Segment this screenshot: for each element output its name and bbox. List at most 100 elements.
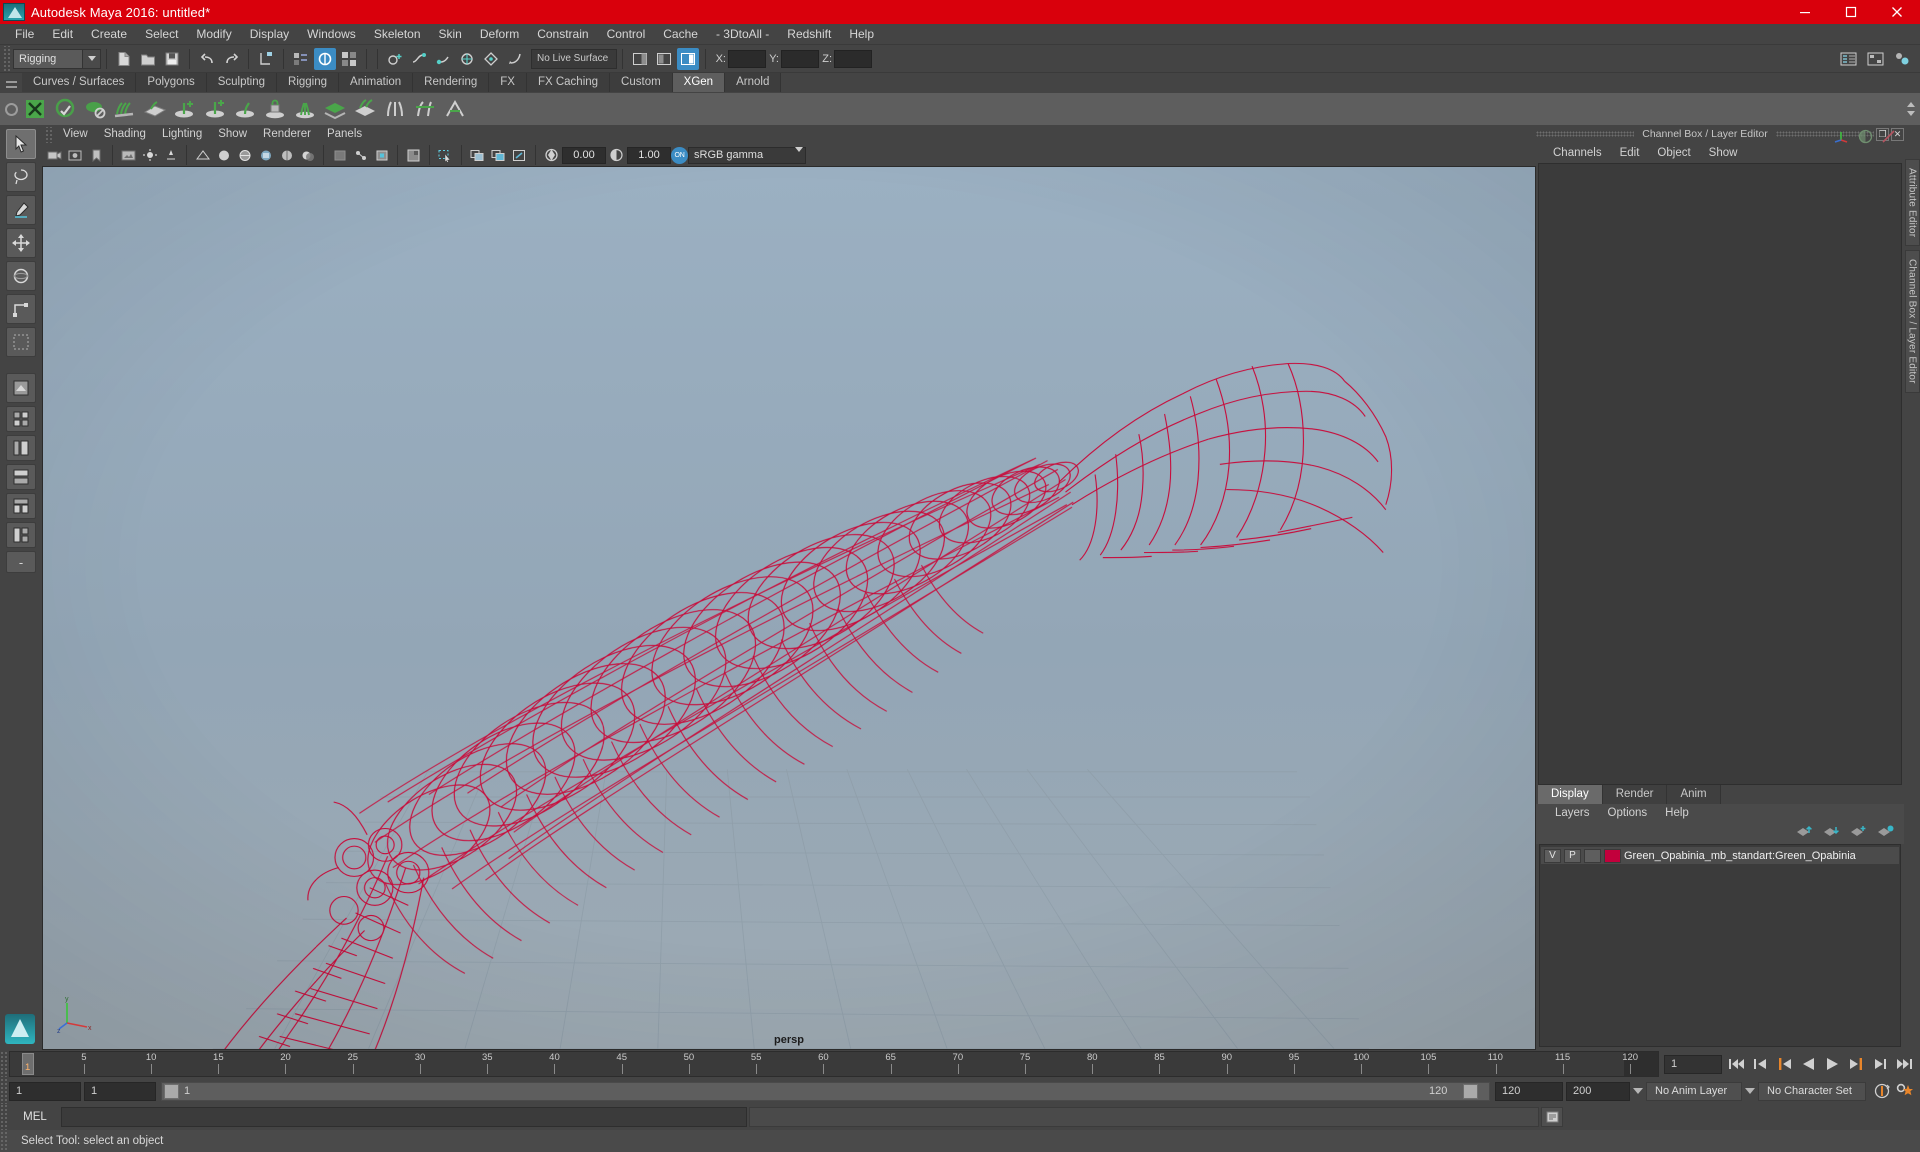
new-layer-from-selected-button[interactable] — [1877, 824, 1894, 843]
speed-toggle-icon[interactable] — [1858, 129, 1873, 149]
menu-set-selector[interactable]: Rigging — [13, 48, 101, 69]
maximize-button[interactable] — [1828, 0, 1874, 24]
layer-menu-options[interactable]: Options — [1599, 804, 1657, 822]
channel-box-content-area[interactable] — [1538, 163, 1902, 785]
step-forward-key-button[interactable] — [1847, 1055, 1866, 1074]
play-backwards-button[interactable] — [1799, 1055, 1818, 1074]
auto-keyframe-toggle-icon[interactable] — [1872, 1082, 1891, 1101]
xgen-collection-icon[interactable] — [50, 94, 80, 124]
layer-type-toggle[interactable] — [1584, 848, 1601, 863]
manipulator-axis-icon[interactable] — [1833, 129, 1850, 149]
rotate-tool-button[interactable] — [6, 261, 36, 291]
layer-menu-help[interactable]: Help — [1656, 804, 1698, 822]
anim-layer-chevron-icon[interactable] — [1742, 1082, 1758, 1101]
snap-to-curve-icon[interactable] — [408, 48, 430, 70]
time-slider-current-frame-cursor[interactable]: 1 — [22, 1053, 34, 1075]
character-set-selector[interactable]: No Character Set — [1758, 1081, 1866, 1101]
play-forwards-button[interactable] — [1823, 1055, 1842, 1074]
camera-attributes-icon[interactable] — [66, 146, 85, 165]
menu-control[interactable]: Control — [598, 24, 655, 45]
xgen-length-brush-icon[interactable] — [230, 94, 260, 124]
shelf-tab-fx-caching[interactable]: FX Caching — [526, 73, 611, 92]
layout-four-view-button[interactable] — [6, 406, 36, 432]
gamma-icon[interactable] — [607, 146, 626, 165]
shelf-tab-rendering[interactable]: Rendering — [413, 73, 490, 92]
playback-options-chevron-icon[interactable] — [1630, 1082, 1646, 1101]
move-layer-up-button[interactable] — [1796, 824, 1813, 843]
anim-layer-selector[interactable]: No Anim Layer — [1646, 1081, 1742, 1101]
go-to-start-button[interactable] — [1727, 1055, 1746, 1074]
viewport-menu-renderer[interactable]: Renderer — [255, 125, 319, 144]
channelbox-menu-object[interactable]: Object — [1648, 143, 1699, 163]
range-slider-grip[interactable] — [0, 1078, 9, 1104]
hardware-texturing-icon[interactable] — [256, 146, 275, 165]
layer-visibility-toggle[interactable]: V — [1544, 848, 1561, 863]
viewport-menu-show[interactable]: Show — [210, 125, 255, 144]
smooth-shading-icon[interactable] — [214, 146, 233, 165]
xgen-description-icon[interactable] — [20, 94, 50, 124]
shelf-tab-xgen[interactable]: XGen — [672, 73, 726, 92]
viewport-menu-lighting[interactable]: Lighting — [154, 125, 210, 144]
layer-menu-layers[interactable]: Layers — [1546, 804, 1599, 822]
select-tool-button[interactable] — [6, 129, 36, 159]
anim-start-field[interactable]: 1 — [84, 1081, 156, 1101]
snap-to-projected-center-icon[interactable] — [456, 48, 478, 70]
select-by-object-type-icon[interactable] — [314, 47, 336, 70]
select-by-hierarchy-root-icon[interactable] — [290, 48, 312, 70]
channelbox-menu-edit[interactable]: Edit — [1611, 143, 1649, 163]
snap-to-view-plane-icon[interactable] — [480, 48, 502, 70]
show-hide-attribute-editor-icon[interactable] — [677, 47, 699, 70]
lasso-select-tool-button[interactable] — [6, 162, 36, 192]
menu-create[interactable]: Create — [82, 24, 136, 45]
channelbox-menu-channels[interactable]: Channels — [1544, 143, 1611, 163]
layout-single-perspective-button[interactable] — [6, 373, 36, 403]
menu-redshift[interactable]: Redshift — [778, 24, 840, 45]
xgen-noise-icon[interactable] — [350, 94, 380, 124]
step-forward-frame-button[interactable] — [1871, 1055, 1890, 1074]
range-end-handle[interactable] — [1463, 1083, 1478, 1099]
menu-3dtoall[interactable]: - 3DtoAll - — [707, 24, 778, 45]
undo-icon[interactable] — [196, 48, 218, 70]
menu-deform[interactable]: Deform — [471, 24, 528, 45]
go-to-end-button[interactable] — [1895, 1055, 1914, 1074]
hypershade-panel-icon[interactable] — [1891, 48, 1913, 70]
xgen-lock-brush-icon[interactable] — [260, 94, 290, 124]
viewport-menu-shading[interactable]: Shading — [96, 125, 154, 144]
shadows-icon[interactable] — [298, 146, 317, 165]
wireframe-shading-icon[interactable] — [193, 146, 212, 165]
menu-edit[interactable]: Edit — [43, 24, 82, 45]
minimize-button[interactable] — [1782, 0, 1828, 24]
smooth-wireframe-icon[interactable] — [235, 146, 254, 165]
menu-display[interactable]: Display — [241, 24, 298, 45]
menu-windows[interactable]: Windows — [298, 24, 365, 45]
select-by-hierarchy-icon[interactable] — [255, 48, 277, 70]
redo-icon[interactable] — [220, 48, 242, 70]
move-tool-button[interactable] — [6, 228, 36, 258]
exposure-value-field[interactable]: 0.00 — [562, 146, 606, 164]
coord-x-field[interactable] — [728, 49, 766, 68]
last-tool-used-button[interactable] — [6, 327, 36, 357]
color-management-toggle[interactable]: ON — [671, 146, 688, 164]
use-all-lights-icon[interactable] — [277, 146, 296, 165]
open-scene-icon[interactable] — [137, 48, 159, 70]
shelf-tab-rigging[interactable]: Rigging — [277, 73, 340, 92]
menu-modify[interactable]: Modify — [187, 24, 240, 45]
chevron-down-icon[interactable] — [1907, 111, 1915, 116]
time-slider[interactable]: 5 10 15 20 25 30 35 40 45 50 55 60 65 70 75 80 85 90 95 100… — [9, 1051, 1659, 1077]
snap-to-grid-icon[interactable] — [384, 48, 406, 70]
xgen-groom-icon[interactable] — [110, 94, 140, 124]
graph-slope-icon[interactable] — [1881, 129, 1896, 149]
shelf-scroll-buttons[interactable] — [1904, 93, 1918, 125]
close-button[interactable] — [1874, 0, 1920, 24]
perspective-viewport[interactable]: y x z persp — [42, 166, 1536, 1050]
animation-preferences-icon[interactable] — [1895, 1082, 1914, 1101]
menu-file[interactable]: File — [6, 24, 43, 45]
layout-more-button[interactable]: - — [6, 551, 36, 573]
show-hide-sidebar-icon[interactable] — [629, 48, 651, 70]
menu-skeleton[interactable]: Skeleton — [365, 24, 430, 45]
anim-end-field[interactable]: 120 — [1495, 1081, 1563, 1101]
range-bar[interactable]: 1 120 — [161, 1081, 1490, 1101]
xray-mode-icon[interactable] — [330, 146, 349, 165]
shelf-tab-polygons[interactable]: Polygons — [136, 73, 207, 92]
layer-list[interactable]: V P Green_Opabinia_mb_standart:Green_Opa… — [1539, 844, 1901, 1047]
